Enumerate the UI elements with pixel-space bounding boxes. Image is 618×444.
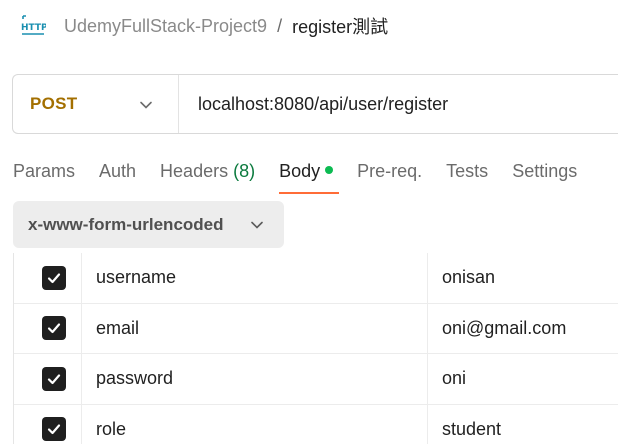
tab-label: Settings bbox=[512, 161, 578, 181]
row-value[interactable]: oni@gmail.com bbox=[428, 304, 566, 354]
row-key[interactable]: username bbox=[82, 253, 428, 303]
request-editor: HTTP UdemyFullStack-Project9 / register測… bbox=[0, 0, 618, 444]
row-value[interactable]: oni bbox=[428, 354, 466, 404]
breadcrumb-collection[interactable]: UdemyFullStack-Project9 bbox=[64, 16, 267, 37]
row-value[interactable]: onisan bbox=[428, 253, 495, 303]
table-row: email oni@gmail.com bbox=[14, 303, 618, 354]
tab-tests[interactable]: Tests bbox=[446, 158, 488, 194]
tab-label: Pre-req. bbox=[357, 161, 423, 181]
breadcrumb-separator: / bbox=[277, 15, 283, 36]
form-data-table: username onisan email oni@gmail.com pass… bbox=[13, 253, 618, 444]
row-checkbox[interactable] bbox=[42, 417, 66, 442]
row-key[interactable]: password bbox=[82, 354, 428, 404]
row-checkbox[interactable] bbox=[42, 316, 66, 341]
body-type-select[interactable]: x-www-form-urlencoded bbox=[13, 201, 284, 248]
method-select[interactable]: POST bbox=[13, 75, 179, 133]
row-key[interactable]: email bbox=[82, 303, 428, 353]
row-value[interactable]: student bbox=[428, 405, 501, 444]
row-checkbox-cell bbox=[14, 404, 82, 444]
breadcrumb: HTTP UdemyFullStack-Project9 / register測… bbox=[20, 12, 388, 40]
checkmark-icon bbox=[47, 323, 61, 334]
checkmark-icon bbox=[47, 424, 61, 435]
tab-label: Body bbox=[279, 161, 321, 181]
tab-label: Params bbox=[13, 161, 76, 181]
request-tabs: Params Auth Headers (8) Body Pre-req. Te… bbox=[13, 158, 601, 194]
tab-headers[interactable]: Headers (8) bbox=[160, 158, 255, 194]
row-checkbox-cell bbox=[14, 354, 82, 404]
chevron-down-icon bbox=[251, 221, 263, 229]
tab-label: Auth bbox=[99, 161, 137, 181]
tab-params[interactable]: Params bbox=[13, 158, 75, 194]
svg-text:HTTP: HTTP bbox=[21, 23, 46, 33]
tab-settings[interactable]: Settings bbox=[512, 158, 577, 194]
body-type-label: x-www-form-urlencoded bbox=[28, 214, 224, 234]
checkmark-icon bbox=[47, 374, 61, 384]
tab-label: Headers bbox=[160, 161, 229, 181]
tab-pre-request[interactable]: Pre-req. bbox=[357, 158, 422, 194]
body-indicator-dot bbox=[325, 166, 334, 175]
table-row: password oni bbox=[14, 354, 618, 405]
row-key[interactable]: role bbox=[82, 404, 428, 444]
tab-label: Tests bbox=[446, 161, 489, 181]
row-checkbox-cell bbox=[14, 253, 82, 303]
row-checkbox[interactable] bbox=[42, 366, 66, 391]
url-bar: POST localhost:8080/api/user/register bbox=[12, 74, 618, 134]
method-label: POST bbox=[30, 94, 78, 113]
headers-count: (8) bbox=[233, 161, 256, 181]
row-checkbox[interactable] bbox=[42, 265, 66, 290]
table-row: role student bbox=[14, 404, 618, 444]
table-row: username onisan bbox=[14, 253, 618, 304]
chevron-down-icon bbox=[140, 101, 152, 109]
checkmark-icon bbox=[47, 273, 61, 283]
http-icon: HTTP bbox=[20, 14, 48, 38]
row-checkbox-cell bbox=[14, 303, 82, 353]
breadcrumb-request-name[interactable]: register測試 bbox=[292, 13, 388, 39]
tab-body[interactable]: Body bbox=[279, 158, 340, 194]
url-input[interactable]: localhost:8080/api/user/register bbox=[179, 94, 448, 115]
tab-auth[interactable]: Auth bbox=[99, 158, 136, 194]
